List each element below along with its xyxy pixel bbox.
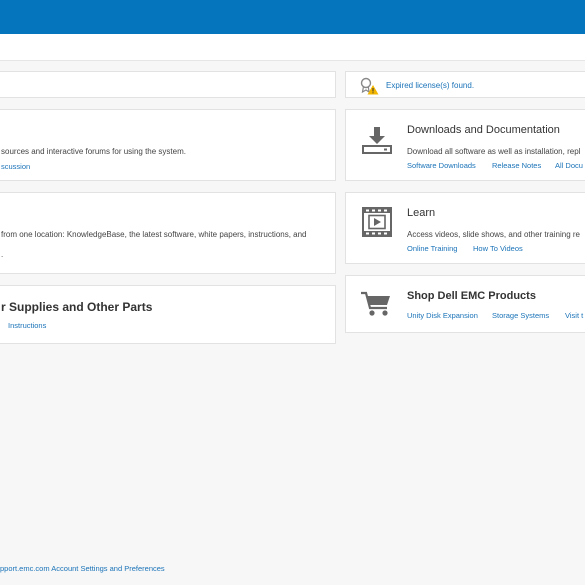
support-extra-text: .	[1, 250, 4, 259]
online-training-link[interactable]: Online Training	[407, 244, 457, 253]
certificate-warning-icon	[359, 77, 379, 95]
supplies-instructions-link[interactable]: Instructions	[8, 321, 46, 330]
supplies-title: r Supplies and Other Parts	[1, 300, 153, 314]
all-documentation-link[interactable]: All Docu	[555, 161, 583, 170]
left-card-support: from one location: KnowledgeBase, the la…	[0, 192, 336, 274]
support-description: from one location: KnowledgeBase, the la…	[1, 230, 307, 239]
left-alert-strip	[0, 71, 336, 98]
left-card-supplies: r Supplies and Other Parts Instructions	[0, 285, 336, 344]
learn-title[interactable]: Learn	[407, 207, 435, 219]
how-to-videos-link[interactable]: How To Videos	[473, 244, 523, 253]
downloads-title[interactable]: Downloads and Documentation	[407, 124, 560, 136]
learn-description: Access videos, slide shows, and other tr…	[407, 230, 580, 239]
footer-account-settings-link[interactable]: pport.emc.com Account Settings and Prefe…	[0, 564, 165, 573]
card-downloads: Downloads and Documentation Download all…	[345, 109, 585, 181]
card-learn: Learn Access videos, slide shows, and ot…	[345, 192, 585, 264]
community-description: sources and interactive forums for using…	[1, 147, 186, 156]
shopping-cart-icon	[360, 290, 392, 318]
sub-navigation-bar	[0, 34, 585, 61]
license-alert[interactable]: Expired license(s) found.	[345, 71, 585, 98]
downloads-description: Download all software as well as install…	[407, 147, 581, 156]
download-icon	[362, 126, 392, 154]
unity-disk-expansion-link[interactable]: Unity Disk Expansion	[407, 311, 478, 320]
community-discussion-link[interactable]: scussion	[1, 162, 30, 171]
top-banner	[0, 0, 585, 34]
video-icon	[362, 207, 392, 237]
card-shop: Shop Dell EMC Products Unity Disk Expans…	[345, 275, 585, 333]
storage-systems-link[interactable]: Storage Systems	[492, 311, 549, 320]
left-card-community: sources and interactive forums for using…	[0, 109, 336, 181]
release-notes-link[interactable]: Release Notes	[492, 161, 541, 170]
shop-title[interactable]: Shop Dell EMC Products	[407, 290, 536, 302]
license-alert-text[interactable]: Expired license(s) found.	[386, 81, 474, 90]
software-downloads-link[interactable]: Software Downloads	[407, 161, 476, 170]
visit-store-link[interactable]: Visit t	[565, 311, 583, 320]
